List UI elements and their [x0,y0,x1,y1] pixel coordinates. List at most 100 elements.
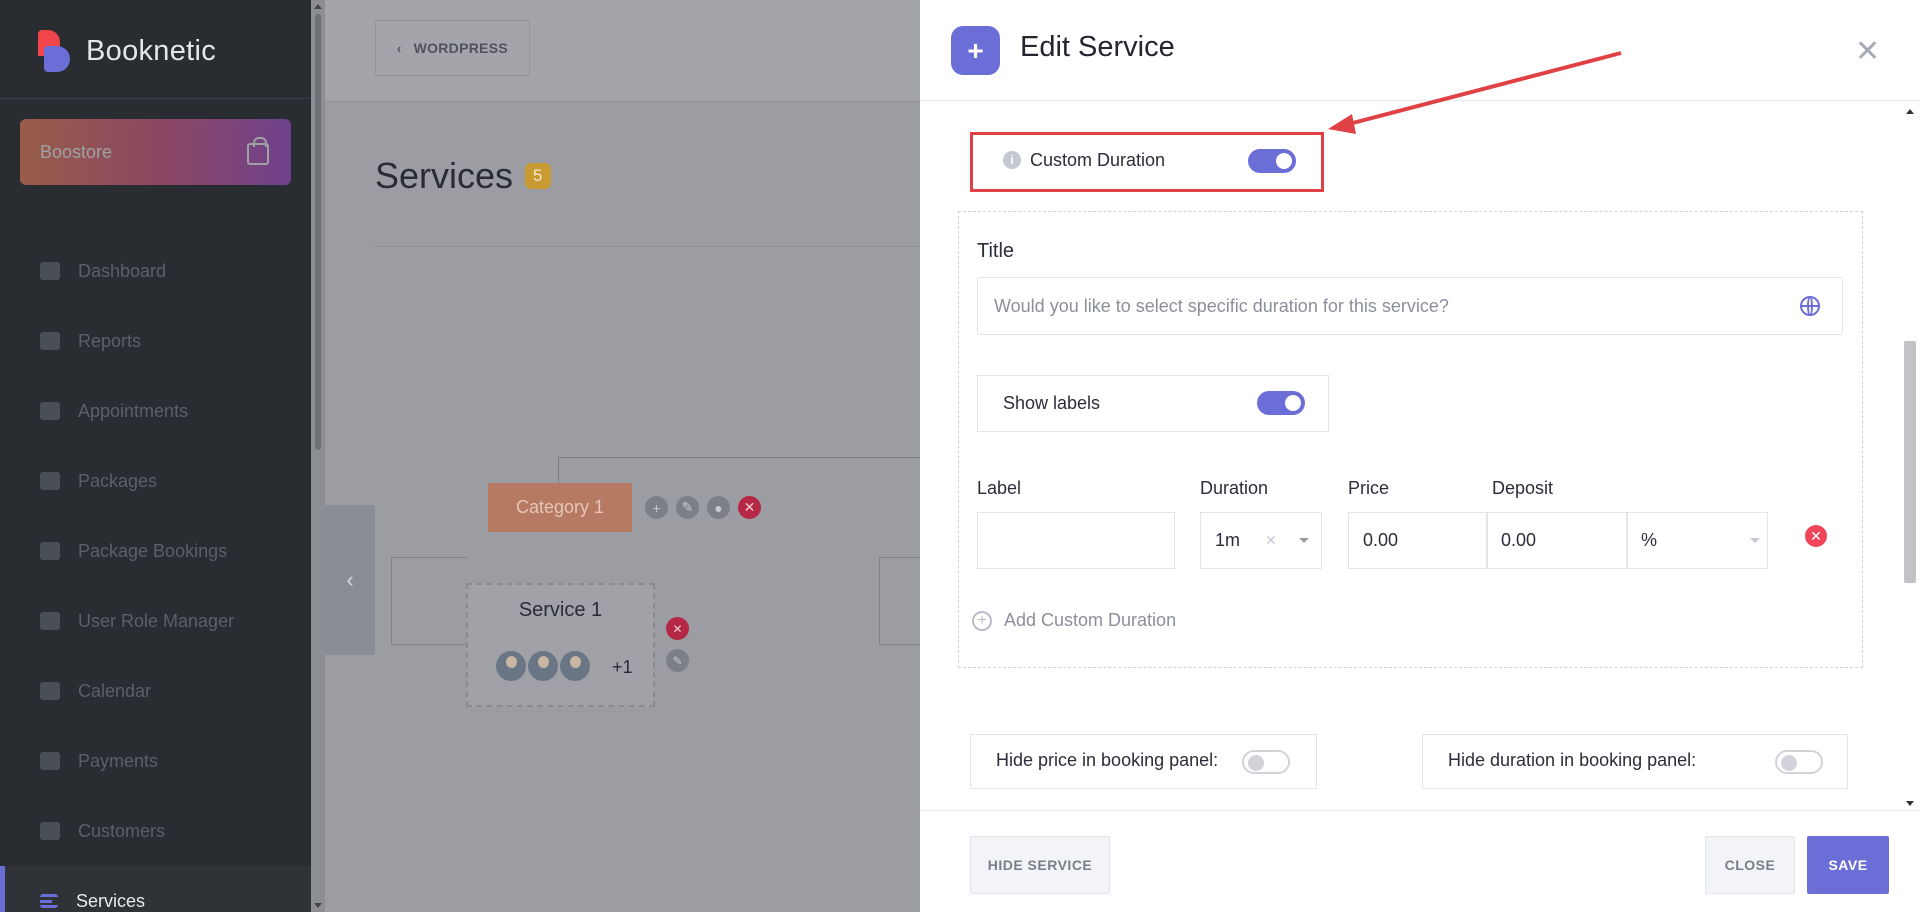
chevron-down-icon [1299,538,1309,543]
sidebar: Booknetic Boostore Dashboard Reports App… [0,0,311,912]
list-icon [40,894,58,908]
sidebar-item-label: Services [76,890,146,911]
close-button[interactable]: CLOSE [1705,836,1795,894]
deposit-type-select[interactable]: % [1626,512,1768,569]
hide-duration-label: Hide duration in booking panel: [1448,750,1697,770]
sidebar-item-label: Appointments [78,400,189,421]
sidebar-item-reports[interactable]: Reports [0,306,311,376]
sidebar-divider [0,98,311,99]
chevron-left-icon: ‹ [396,40,402,56]
sidebar-item-appointments[interactable]: Appointments [0,376,311,446]
title-label: Title [977,240,1015,262]
sidebar-scrollbar[interactable] [311,0,325,912]
avatar [526,649,560,683]
modal-header: + Edit Service ✕ [920,0,1920,101]
avatar [494,649,528,683]
duration-column-header: Duration [1200,478,1269,498]
sidebar-item-label: Calendar [78,680,152,701]
package-icon [40,542,60,560]
modal-scrollbar[interactable] [1900,103,1920,809]
add-custom-duration-label: Add Custom Duration [1004,610,1177,630]
topbar: ‹ WORDPRESS [325,0,920,102]
sidebar-item-label: Payments [78,750,159,771]
tree-line [558,457,920,458]
service-title: Service 1 [518,599,603,621]
plus-icon: + [951,26,1000,75]
category-node[interactable]: Category 1 [488,483,632,532]
main-content: ‹ WORDPRESS Services 5 ‹ Category 1 + ✎ ● … [325,0,920,912]
delete-icon[interactable]: ✕ [738,496,761,519]
show-labels-label: Show labels [1003,393,1101,413]
add-icon[interactable]: + [645,496,668,519]
avatar [558,649,592,683]
sidebar-item-dashboard[interactable]: Dashboard [0,236,311,306]
brand-name: Booknetic [86,34,217,67]
remove-row-icon[interactable]: ✕ [1805,525,1827,547]
wallet-icon [40,752,60,770]
sidebar-item-label: Customers [78,820,166,841]
sidebar-item-label: Package Bookings [78,540,228,561]
collapse-panel-button[interactable]: ‹ [325,505,375,655]
sidebar-item-label: Dashboard [78,260,167,281]
sidebar-item-calendar[interactable]: Calendar [0,656,311,726]
plus-circle-icon: + [972,610,992,631]
users-icon [40,822,60,840]
count-badge: 5 [525,163,551,189]
duration-value: 1m [1215,530,1241,550]
boxes-icon [40,472,60,490]
label-input[interactable] [977,512,1175,569]
edit-icon[interactable]: ✎ [676,496,699,519]
page-title: Services 5 [375,155,551,197]
delete-service-icon[interactable]: ✕ [666,617,689,640]
boostore-label: Boostore [40,141,113,162]
user-plus-icon [40,612,60,630]
save-button[interactable]: SAVE [1807,836,1889,894]
hide-duration-toggle[interactable] [1775,750,1823,774]
deposit-input[interactable]: 0.00 [1486,512,1628,569]
chevron-down-icon [1750,538,1760,543]
globe-icon[interactable] [1800,296,1820,316]
edit-service-modal: + Edit Service ✕ i Custom Duration Title… [920,0,1920,912]
modal-title: Edit Service [1020,31,1175,63]
globe-icon[interactable]: ● [707,496,730,519]
sidebar-item-customers[interactable]: Customers [0,796,311,866]
hide-service-button[interactable]: HIDE SERVICE [970,836,1110,894]
brand[interactable]: Booknetic [38,30,216,72]
tree-branch [391,557,467,645]
sidebar-item-label: Reports [78,330,142,351]
more-staff-count: +1 [612,657,633,677]
close-icon[interactable]: ✕ [1855,34,1880,69]
sidebar-item-packages[interactable]: Packages [0,446,311,516]
hide-price-toggle[interactable] [1242,750,1290,774]
edit-service-icon[interactable]: ✎ [666,649,689,672]
sidebar-nav: Dashboard Reports Appointments Packages … [0,236,311,912]
chart-icon [40,332,60,350]
sidebar-item-label: Packages [78,470,158,491]
sidebar-item-package-bookings[interactable]: Package Bookings [0,516,311,586]
back-label: WORDPRESS [413,40,509,56]
calendar-icon [40,682,60,700]
clear-icon[interactable]: ✕ [1265,532,1277,549]
tree-branch [879,557,920,645]
label-column-header: Label [977,478,1022,498]
divider [375,246,920,247]
service-card[interactable]: Service 1 +1 [466,583,655,707]
add-custom-duration-button[interactable]: + Add Custom Duration [972,610,1176,631]
title-input[interactable]: Would you like to select specific durati… [977,277,1843,335]
shopping-bag-icon [247,137,269,165]
deposit-type-value: % [1641,530,1658,550]
show-labels-toggle[interactable] [1257,391,1305,415]
sidebar-item-payments[interactable]: Payments [0,726,311,796]
page-title-text: Services [375,155,514,196]
price-input[interactable]: 0.00 [1348,512,1488,569]
boostore-button[interactable]: Boostore [20,119,291,185]
back-to-wordpress-button[interactable]: ‹ WORDPRESS [375,20,530,76]
deposit-column-header: Deposit [1492,478,1554,498]
sidebar-item-services[interactable]: Services [0,866,311,912]
sidebar-item-label: User Role Manager [78,610,235,631]
sidebar-item-user-role-manager[interactable]: User Role Manager [0,586,311,656]
custom-duration-toggle[interactable] [1248,149,1296,173]
hide-price-label: Hide price in booking panel: [996,750,1219,770]
custom-duration-label: Custom Duration [1030,150,1166,170]
tree-line [558,457,559,484]
